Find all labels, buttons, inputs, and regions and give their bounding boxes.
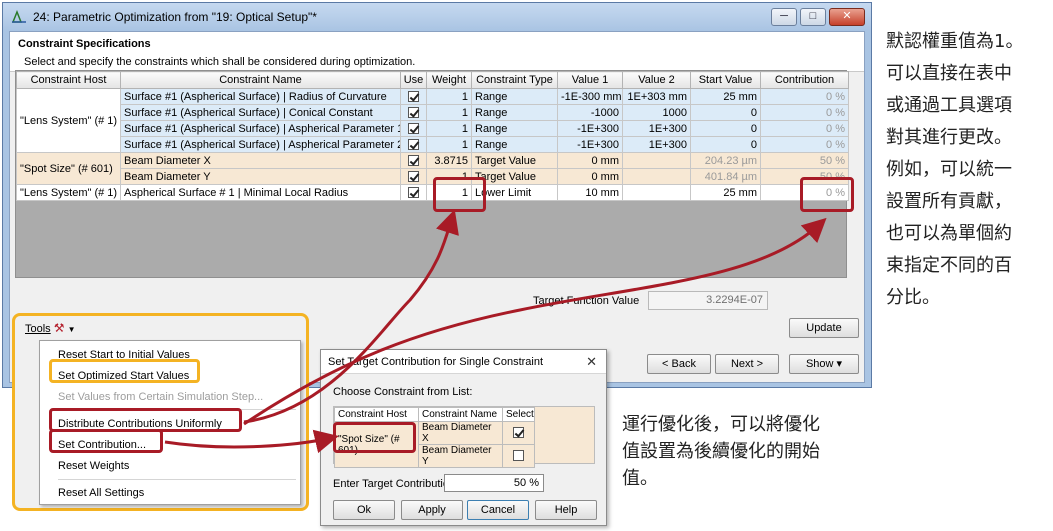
arrow-distribute-to-contribution [243,217,827,426]
annotation-line: 默認權重值為1。 [886,31,1024,52]
arrow-setcontrib-to-dialog [164,429,339,454]
annotation-line: 或通過工具選項 [886,95,1012,116]
annotation-line: 對其進行更改。 [886,127,1012,148]
arrow-distribute-to-weight [243,209,459,424]
annotation-line: 例如，可以統一 [886,159,1012,180]
annotation-line: 設置所有貢獻， [886,191,1012,212]
annotation-line: 可以直接在表中 [886,63,1012,84]
annotation-line: 束指定不同的百 [886,255,1012,276]
annotation-right: 默認權重值為1。 可以直接在表中 或通過工具選項 對其進行更改。 例如，可以統一… [886,26,1046,314]
annotation-line: 分比。 [886,287,940,308]
annotation-bottom: 運行優化後，可以將優化 值設置為後續優化的開始 值。 [622,411,862,492]
annotation-line: 也可以為單個約 [886,223,1012,244]
annotation-line: 值設置為後續優化的開始 [622,441,820,462]
annotation-line: 值。 [622,468,658,489]
annotation-line: 運行優化後，可以將優化 [622,414,820,435]
